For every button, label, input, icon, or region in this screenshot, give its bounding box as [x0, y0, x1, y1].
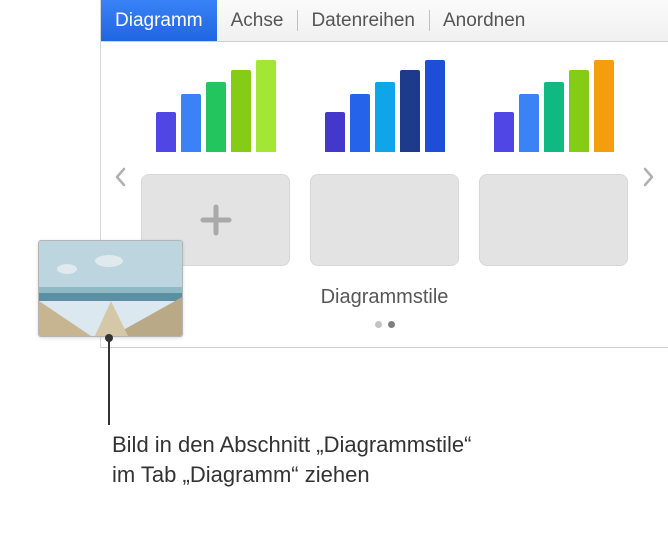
- inspector-tabs: Diagramm Achse Datenreihen Anordnen: [101, 0, 668, 42]
- styles-page-dots: [141, 315, 628, 331]
- page-dot[interactable]: [375, 321, 382, 328]
- beach-photo-icon: [39, 241, 183, 337]
- callout-line1: Bild in den Abschnitt „Diagrammstile“: [112, 430, 471, 460]
- page-dot[interactable]: [388, 321, 395, 328]
- chart-style-preset-3[interactable]: [479, 60, 628, 152]
- plus-icon: [195, 199, 237, 241]
- chart-style-preset-1[interactable]: [141, 60, 290, 152]
- empty-style-slot[interactable]: [310, 174, 459, 266]
- styles-prev-button[interactable]: [107, 152, 133, 202]
- tab-chart[interactable]: Diagramm: [101, 0, 217, 41]
- styles-next-button[interactable]: [636, 152, 662, 202]
- tab-arrange[interactable]: Anordnen: [429, 0, 539, 41]
- chevron-right-icon: [643, 167, 655, 187]
- chevron-left-icon: [114, 167, 126, 187]
- chart-style-preset-2[interactable]: [310, 60, 459, 152]
- dragged-image-thumbnail[interactable]: [38, 240, 183, 337]
- tab-series[interactable]: Datenreihen: [297, 0, 429, 41]
- chart-styles-caption: Diagrammstile: [141, 286, 628, 309]
- tab-axis[interactable]: Achse: [217, 0, 298, 41]
- callout-leader-line: [108, 337, 110, 425]
- empty-style-slot[interactable]: [479, 174, 628, 266]
- callout-line2: im Tab „Diagramm“ ziehen: [112, 460, 471, 490]
- callout-text: Bild in den Abschnitt „Diagrammstile“ im…: [112, 430, 471, 489]
- chart-styles-panel: Diagrammstile: [101, 42, 668, 348]
